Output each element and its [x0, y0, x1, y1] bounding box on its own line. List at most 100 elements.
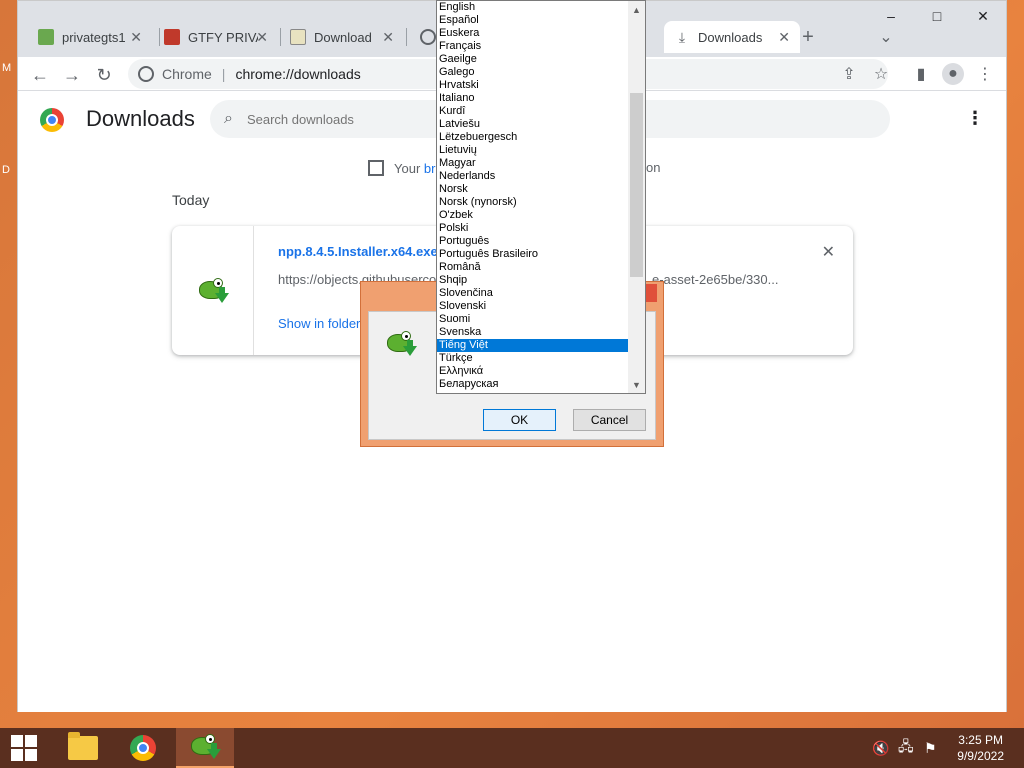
language-option[interactable]: Kurdî	[437, 105, 629, 118]
mario-favicon-icon	[164, 29, 180, 45]
notepad-plus-plus-icon	[385, 328, 417, 360]
tab-downloads[interactable]: ⤓ Downloads ✕	[664, 21, 800, 53]
tab-gtfy[interactable]: GTFY PRIVA ✕	[154, 21, 278, 53]
globe-favicon-icon	[420, 29, 436, 45]
language-option[interactable]: Slovenski	[437, 300, 629, 313]
remove-download-icon[interactable]: ✕	[822, 242, 835, 262]
windows-logo-icon	[11, 735, 37, 761]
language-option[interactable]: Norsk (nynorsk)	[437, 196, 629, 209]
notepad-favicon-icon	[290, 29, 306, 45]
language-option[interactable]: Gaeilge	[437, 53, 629, 66]
scrollbar-thumb[interactable]	[630, 93, 643, 277]
show-in-folder-link[interactable]: Show in folder	[278, 316, 360, 331]
maximize-button[interactable]: □	[914, 1, 960, 31]
search-icon: ⌕	[224, 110, 233, 127]
start-button[interactable]	[0, 728, 48, 768]
desktop-edge-text: M	[2, 62, 12, 74]
date-heading: Today	[172, 192, 210, 208]
taskbar-file-explorer[interactable]	[54, 728, 112, 768]
tab-close-icon[interactable]: ✕	[382, 29, 394, 46]
language-option[interactable]: Português Brasileiro	[437, 248, 629, 261]
forward-button[interactable]: →	[58, 61, 86, 89]
language-option[interactable]: Suomi	[437, 313, 629, 326]
tab-close-icon[interactable]: ✕	[778, 29, 790, 46]
site-name: Chrome	[162, 66, 212, 82]
language-option[interactable]: Latviešu	[437, 118, 629, 131]
back-button[interactable]: ←	[26, 61, 54, 89]
download-filename[interactable]: npp.8.4.5.Installer.x64.exe	[278, 244, 438, 259]
page-title: Downloads	[86, 106, 195, 131]
reload-button[interactable]: ↻	[90, 61, 118, 89]
chrome-logo-icon	[40, 108, 64, 132]
language-option[interactable]: Polski	[437, 222, 629, 235]
language-options: English Español Euskera Français Gaeilge Gale…	[437, 1, 629, 391]
notepad-plus-plus-icon	[197, 275, 229, 307]
language-option[interactable]: Norsk	[437, 183, 629, 196]
system-clock[interactable]: 3:25 PM 9/9/2022	[957, 732, 1004, 764]
close-window-button[interactable]: ✕	[960, 1, 1006, 31]
tab-label: Downloads	[698, 29, 763, 45]
language-option[interactable]: Slovenčina	[437, 287, 629, 300]
language-option[interactable]: Nederlands	[437, 170, 629, 183]
clock-date: 9/9/2022	[957, 749, 1004, 763]
share-icon[interactable]: ⇪	[838, 63, 860, 85]
language-option[interactable]: English	[437, 1, 629, 14]
file-icon-column	[172, 226, 254, 355]
minimize-button[interactable]: –	[868, 1, 914, 31]
language-dropdown-list[interactable]: English Español Euskera Français Gaeilge Gale…	[436, 0, 646, 394]
taskbar-chrome[interactable]	[114, 728, 172, 768]
scroll-up-icon[interactable]: ▲	[628, 1, 645, 18]
tab-close-icon[interactable]: ✕	[256, 29, 268, 46]
window-controls: – □ ✕	[868, 1, 1006, 31]
language-option[interactable]: Svenska	[437, 326, 629, 339]
language-option[interactable]: O'zbek	[437, 209, 629, 222]
language-option[interactable]: Română	[437, 261, 629, 274]
language-option[interactable]: Беларуская	[437, 378, 629, 391]
language-option[interactable]: Ελληνικά	[437, 365, 629, 378]
language-option[interactable]: Euskera	[437, 27, 629, 40]
browser-menu-icon[interactable]: ⋮	[974, 63, 996, 85]
scroll-down-icon[interactable]: ▼	[628, 376, 645, 393]
download-url-end: e-asset-2e65be/330...	[652, 272, 779, 287]
cancel-button[interactable]: Cancel	[573, 409, 646, 431]
side-panel-icon[interactable]: ▮	[910, 63, 932, 85]
language-option[interactable]: Shqip	[437, 274, 629, 287]
language-option[interactable]: Español	[437, 14, 629, 27]
tab-label: GTFY PRIVA	[188, 29, 258, 45]
chrome-site-icon	[138, 66, 154, 82]
language-option[interactable]: Lietuvių	[437, 144, 629, 157]
tab-download[interactable]: Download ✕	[280, 21, 404, 53]
language-option[interactable]: Italiano	[437, 92, 629, 105]
managed-tail: on	[646, 160, 661, 175]
taskbar-notepad-installer[interactable]	[176, 728, 234, 768]
url-text[interactable]: chrome://downloads	[235, 66, 360, 82]
ok-button[interactable]: OK	[483, 409, 556, 431]
managed-prefix: Your	[394, 160, 421, 176]
tab-close-icon[interactable]: ✕	[130, 29, 142, 46]
language-option[interactable]: Hrvatski	[437, 79, 629, 92]
bookmark-star-icon[interactable]: ☆	[870, 63, 892, 85]
action-center-flag-icon[interactable]: ⚑	[924, 728, 937, 768]
language-option[interactable]: Galego	[437, 66, 629, 79]
profile-avatar[interactable]: ●	[942, 63, 964, 85]
language-option[interactable]: Lëtzebuergesch	[437, 131, 629, 144]
notepad-plus-plus-icon	[189, 731, 221, 763]
managed-link[interactable]: br	[424, 161, 436, 176]
language-option[interactable]: Português	[437, 235, 629, 248]
language-option[interactable]: Français	[437, 40, 629, 53]
language-option[interactable]: Magyar	[437, 157, 629, 170]
new-tab-button[interactable]: +	[794, 23, 822, 51]
tab-label: Download	[314, 29, 372, 45]
language-option[interactable]: Tiếng Việt	[437, 339, 629, 352]
dropdown-scrollbar[interactable]: ▲ ▼	[628, 1, 645, 393]
volume-muted-icon[interactable]: 🔇	[872, 728, 889, 768]
folder-icon	[68, 732, 98, 760]
tab-label: privategts1	[62, 29, 126, 45]
game-favicon-icon	[38, 29, 54, 45]
taskbar: 🔇 🖧 ⚑ 3:25 PM 9/9/2022	[0, 728, 1024, 768]
language-option[interactable]: Türkçe	[437, 352, 629, 365]
tab-privategts[interactable]: privategts1 ✕	[28, 21, 152, 53]
page-menu-icon[interactable]: ⋮	[966, 108, 984, 129]
network-icon[interactable]: 🖧	[898, 728, 914, 768]
building-icon	[368, 160, 384, 176]
